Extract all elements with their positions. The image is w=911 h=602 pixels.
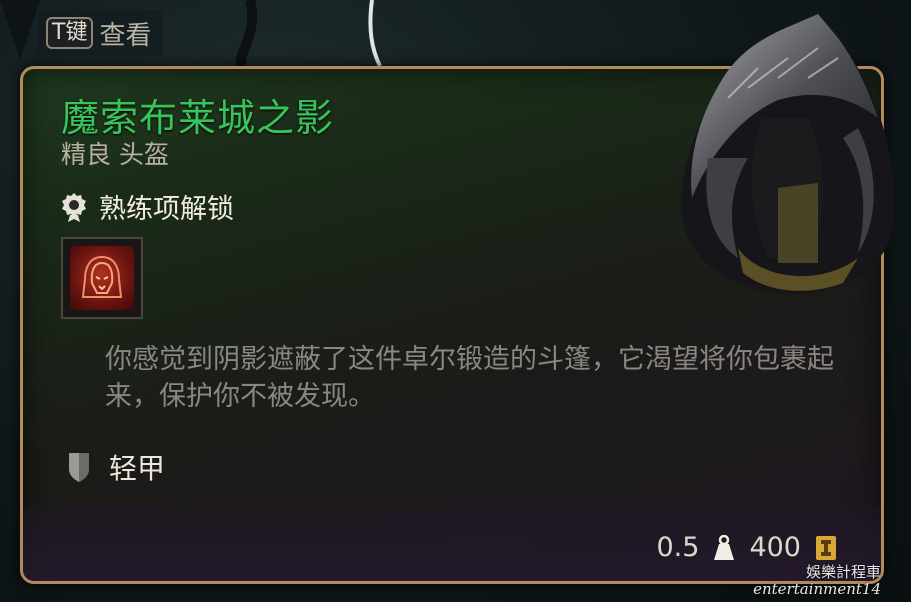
- armor-type-label: 轻甲: [109, 452, 166, 485]
- item-description: 你感觉到阴影遮蔽了这件卓尔锻造的斗篷，它渴望将你包裹起来，保护你不被发现。: [105, 344, 834, 412]
- mastery-unlock-label: 熟练项解锁: [99, 194, 234, 225]
- inspect-hint[interactable]: T键 查看: [38, 10, 164, 56]
- weight-value: 0.5: [656, 532, 700, 563]
- inspect-label: 查看: [99, 20, 152, 51]
- spell-icon: [70, 246, 134, 310]
- watermark: 娛樂計程車 entertainment14: [753, 564, 881, 598]
- item-rarity-type: 精良 头盔: [61, 140, 169, 169]
- helmet-icon: [681, 14, 895, 294]
- shield-icon: [69, 453, 89, 482]
- gold-coin-icon: [816, 535, 836, 560]
- gold-value: 400: [749, 532, 801, 563]
- mastery-unlock: 熟练项解锁: [61, 187, 234, 226]
- watermark-line2: entertainment14: [753, 580, 881, 598]
- hooded-face-icon: [81, 255, 123, 298]
- item-name: 魔索布莱城之影: [61, 96, 335, 140]
- item-stats: 0.5 400: [657, 532, 838, 563]
- weight-icon: [714, 534, 735, 560]
- watermark-line1: 娛樂計程車: [805, 563, 881, 581]
- mastery-medal-icon: [62, 192, 86, 222]
- spell-slot[interactable]: [61, 237, 143, 319]
- armor-type: 轻甲: [67, 447, 165, 487]
- inspect-key: T键: [46, 17, 94, 49]
